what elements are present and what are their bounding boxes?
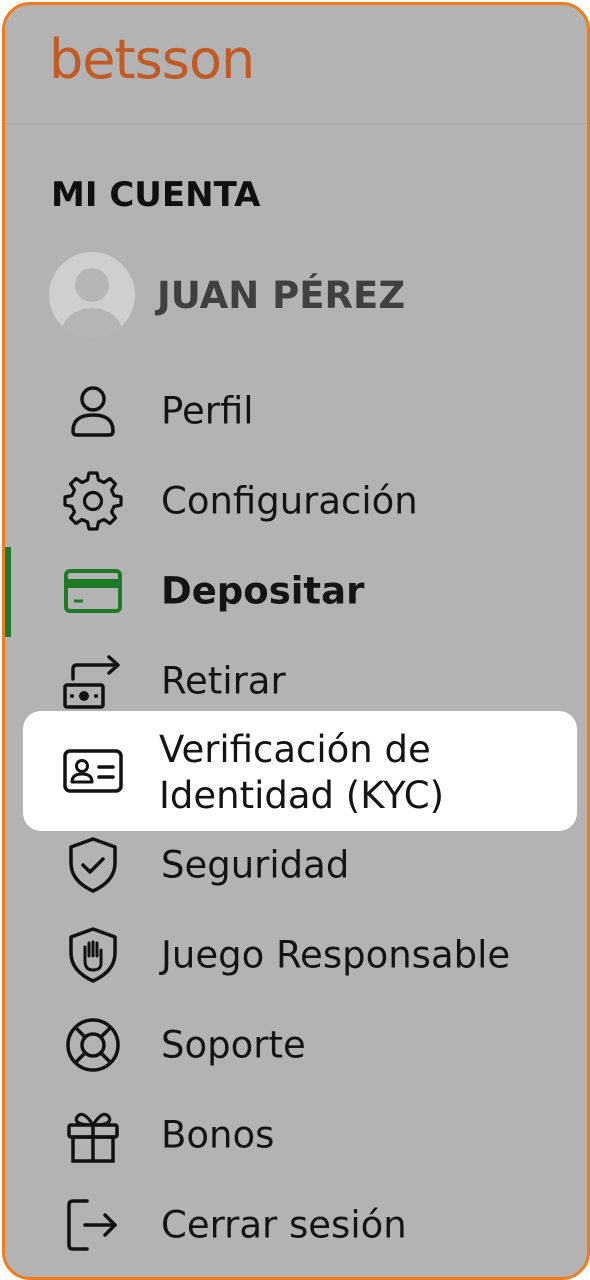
- shield-hand-icon: [69, 927, 117, 983]
- account-menu: Perfil Configuración Depositar Retirar V…: [5, 5, 587, 1277]
- gift-icon: [67, 1112, 119, 1163]
- menu-item-label: Verificación de Identidad (KYC): [159, 727, 444, 819]
- account-menu-panel: betsson MI CUENTA JUAN PÉREZ Perfil Conf: [2, 2, 590, 1280]
- menu-item-kyc[interactable]: Verificación de Identidad (KYC): [23, 711, 577, 831]
- menu-item-perfil[interactable]: Perfil: [5, 371, 587, 451]
- gear-icon: [63, 471, 123, 531]
- menu-item-juego-responsable[interactable]: Juego Responsable: [5, 915, 587, 995]
- menu-item-label: Soporte: [161, 1023, 306, 1067]
- menu-item-seguridad[interactable]: Seguridad: [5, 825, 587, 905]
- user-icon: [71, 386, 115, 437]
- menu-item-cerrar-sesion[interactable]: Cerrar sesión: [5, 1185, 587, 1265]
- shield-check-icon: [69, 837, 117, 893]
- menu-item-configuracion[interactable]: Configuración: [5, 461, 587, 541]
- menu-item-label: Depositar: [161, 569, 365, 613]
- id-card-icon: [63, 749, 123, 793]
- menu-item-label-line2: Identidad (KYC): [159, 774, 445, 817]
- menu-item-label: Perfil: [161, 389, 254, 433]
- menu-item-depositar[interactable]: Depositar: [5, 551, 587, 631]
- menu-item-bonos[interactable]: Bonos: [5, 1095, 587, 1175]
- menu-item-label: Configuración: [161, 479, 418, 523]
- menu-item-label: Bonos: [161, 1113, 275, 1157]
- menu-item-label: Seguridad: [161, 843, 350, 887]
- credit-card-icon: [64, 569, 122, 613]
- cash-withdraw-icon: [63, 655, 120, 709]
- menu-item-retirar[interactable]: Retirar: [5, 641, 587, 721]
- logout-icon: [67, 1199, 117, 1251]
- menu-item-label-line1: Verificación de: [159, 728, 431, 771]
- menu-item-label: Cerrar sesión: [161, 1203, 407, 1247]
- menu-item-label: Retirar: [161, 659, 286, 703]
- lifebuoy-icon: [66, 1018, 120, 1072]
- menu-item-soporte[interactable]: Soporte: [5, 1005, 587, 1085]
- menu-item-label: Juego Responsable: [161, 933, 511, 977]
